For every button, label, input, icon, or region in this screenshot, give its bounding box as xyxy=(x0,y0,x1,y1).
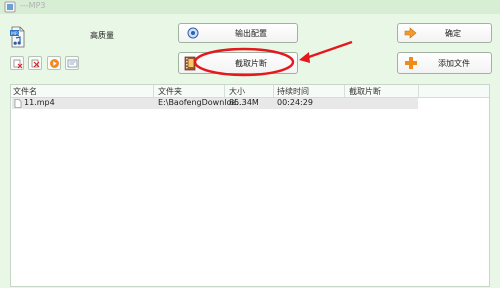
file-icon xyxy=(14,99,22,108)
clear-button[interactable] xyxy=(28,56,42,70)
annotation-arrow-head xyxy=(299,52,310,63)
add-file-button[interactable]: 添加文件 xyxy=(397,52,492,74)
size-cell: 85.34M xyxy=(229,98,259,107)
column-separator xyxy=(273,85,274,97)
play-button[interactable] xyxy=(47,56,61,70)
table-row[interactable]: 11.mp4 E:\BaofengDownloa... 85.34M 00:24… xyxy=(12,98,418,109)
column-header-duration[interactable]: 持续时间 xyxy=(277,86,309,97)
settings-button[interactable] xyxy=(65,56,79,70)
column-header-size[interactable]: 大小 xyxy=(229,86,245,97)
watermark-subtitle: 助你轻松解决 xyxy=(374,245,446,258)
ok-label: 确定 xyxy=(445,29,461,38)
annotation-arrow-shaft xyxy=(302,40,353,61)
column-separator xyxy=(153,85,154,97)
settings-icon xyxy=(67,59,78,68)
watermark-title: 百科全说 xyxy=(365,223,441,243)
quality-label: 高质量 xyxy=(90,31,114,40)
title-bar: ---MP3 xyxy=(0,0,500,14)
annotation-ellipse xyxy=(193,47,295,77)
column-separator xyxy=(418,85,419,97)
column-separator xyxy=(224,85,225,97)
annotation-overlay xyxy=(193,40,353,77)
ok-arrow-icon xyxy=(404,27,417,39)
ok-button[interactable]: 确定 xyxy=(397,23,492,43)
column-separator xyxy=(344,85,345,97)
mp3-file-icon: MP3 xyxy=(10,26,25,48)
remove-icon xyxy=(13,59,23,69)
add-plus-icon xyxy=(405,57,417,69)
play-icon xyxy=(50,59,59,68)
column-header-folder[interactable]: 文件夹 xyxy=(158,86,182,97)
column-header-name[interactable]: 文件名 xyxy=(13,86,37,97)
clear-icon xyxy=(31,59,40,68)
duration-cell: 00:24:29 xyxy=(277,98,313,107)
svg-text:MP3: MP3 xyxy=(11,31,21,37)
table-header: 文件名 文件夹 大小 持续时间 截取片断 xyxy=(11,85,489,98)
file-name-cell: 11.mp4 xyxy=(24,98,55,107)
app-icon xyxy=(4,1,16,13)
remove-button[interactable] xyxy=(10,56,24,70)
column-header-clip[interactable]: 截取片断 xyxy=(349,86,381,97)
window-title: ---MP3 xyxy=(20,1,46,10)
add-file-label: 添加文件 xyxy=(438,59,470,68)
